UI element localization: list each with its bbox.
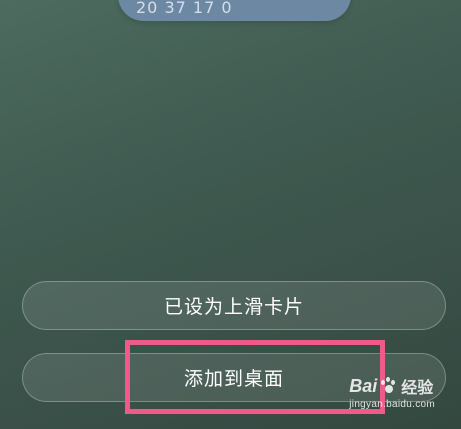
set-swipe-up-card-button[interactable]: 已设为上滑卡片 xyxy=(22,281,446,330)
add-to-desktop-label: 添加到桌面 xyxy=(183,368,284,390)
watermark-brand-suffix: 经验 xyxy=(401,380,434,397)
watermark-url: jingyan.baidu.com xyxy=(349,399,435,410)
paw-icon xyxy=(379,377,397,395)
screen: { "top_card": { "partial_text": "20 37 1… xyxy=(0,0,461,429)
baidu-jingyan-watermark: Bai 经验 jingyan.baidu.com xyxy=(349,374,435,411)
watermark-brand-prefix: Bai xyxy=(349,375,378,396)
top-card-pill[interactable]: 20 37 17 0 xyxy=(118,0,351,21)
top-card-partial-text: 20 37 17 0 xyxy=(136,0,233,17)
set-swipe-up-card-label: 已设为上滑卡片 xyxy=(163,296,304,318)
